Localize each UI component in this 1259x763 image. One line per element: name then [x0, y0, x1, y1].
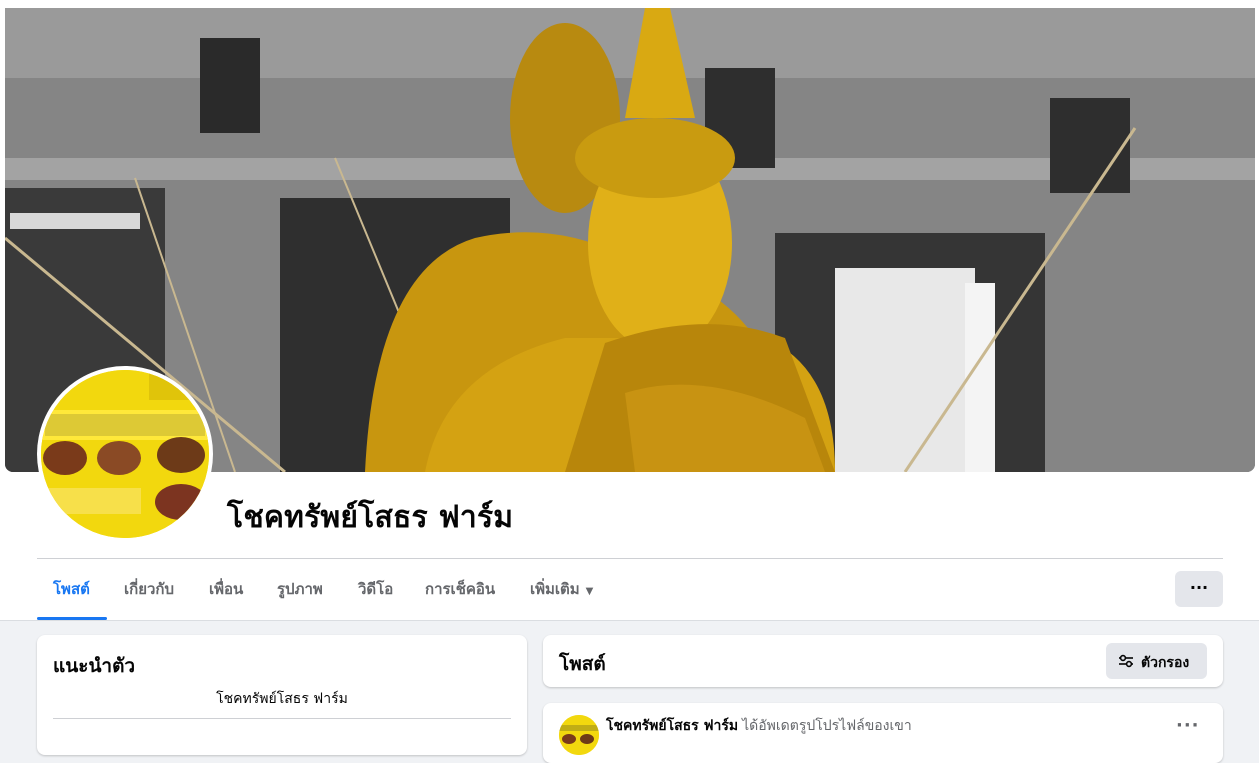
page-title: โชคทรัพย์โสธร ฟาร์ม [227, 500, 514, 535]
tab-friends-label: เพื่อน [209, 580, 244, 598]
tab-about[interactable]: เกี่ยวกับ [124, 560, 174, 618]
tab-photos-label: รูปภาพ [277, 580, 323, 598]
tab-more[interactable]: เพิ่มเติม ▼ [530, 560, 593, 618]
tab-videos-label: วิดีโอ [358, 580, 394, 598]
tab-about-label: เกี่ยวกับ [124, 580, 175, 598]
ellipsis-icon: ··· [1189, 578, 1209, 597]
post-author-avatar[interactable] [559, 715, 599, 755]
filter-button[interactable]: ตัวกรอง [1106, 643, 1207, 679]
tab-videos[interactable]: วิดีโอ [358, 560, 393, 618]
intro-card: แนะนำตัว โชคทรัพย์โสธร ฟาร์ม [37, 635, 527, 755]
header-divider [37, 558, 1223, 559]
tab-checkins[interactable]: การเช็คอิน [425, 560, 495, 618]
post-card: โชคทรัพย์โสธร ฟาร์ม ได้อัพเดตรูปโปรไฟล์ขอ… [543, 703, 1223, 763]
caret-down-icon: ▼ [585, 586, 594, 597]
more-options-button[interactable]: ··· [1175, 571, 1223, 607]
posts-header-card: โพสต์ ตัวกรอง [543, 635, 1223, 687]
posts-title: โพสต์ [559, 653, 606, 675]
tab-more-label: เพิ่มเติม [530, 580, 580, 598]
tab-posts[interactable]: โพสต์ [53, 560, 90, 618]
profile-picture[interactable] [41, 370, 209, 538]
sliders-icon [1119, 654, 1133, 668]
post-author-link[interactable]: โชคทรัพย์โสธร ฟาร์ม [606, 718, 738, 734]
profile-tabs: โพสต์ เกี่ยวกับ เพื่อน รูปภาพ วิดีโอ การ… [37, 560, 1167, 620]
tab-posts-label: โพสต์ [53, 580, 90, 598]
post-more-options-icon[interactable]: ··· [1176, 715, 1200, 736]
intro-divider [53, 718, 511, 719]
intro-bio: โชคทรัพย์โสธร ฟาร์ม [216, 691, 348, 707]
post-author-avatar-image [559, 715, 599, 755]
profile-header: โชคทรัพย์โสธร ฟาร์ม โพสต์ เกี่ยวกับ เพื่… [0, 0, 1259, 621]
tab-photos[interactable]: รูปภาพ [277, 560, 323, 618]
active-tab-indicator [37, 617, 107, 620]
intro-title: แนะนำตัว [53, 655, 136, 677]
tab-checkins-label: การเช็คอิน [425, 580, 496, 598]
post-action-text: ได้อัพเดตรูปโปรไฟล์ของเขา [742, 718, 912, 734]
profile-picture-image [41, 370, 209, 538]
filter-button-label: ตัวกรอง [1141, 655, 1190, 671]
tab-friends[interactable]: เพื่อน [209, 560, 243, 618]
